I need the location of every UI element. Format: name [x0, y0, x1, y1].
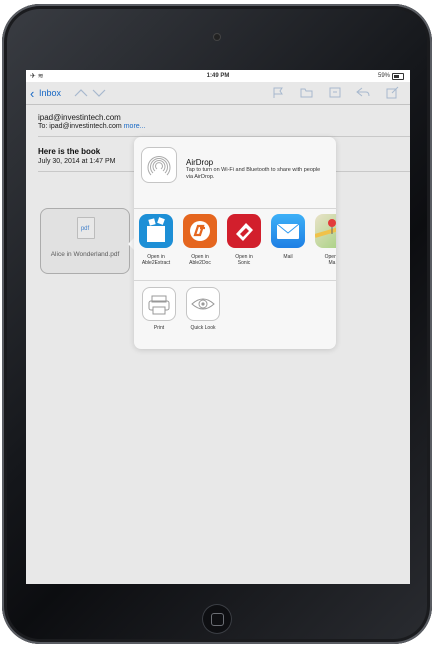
open-in-able2extract-button[interactable]: Open in Able2Extract — [134, 214, 178, 280]
mail-icon — [271, 214, 305, 248]
quick-look-button[interactable]: Quick Look — [181, 287, 225, 343]
screen: ✈ ≋ 1:49 PM 59% ‹ Inbox ipad@investintec… — [26, 70, 410, 584]
status-time: 1:49 PM — [206, 73, 230, 79]
print-button[interactable]: Print — [137, 287, 181, 343]
able2extract-icon — [139, 214, 173, 248]
home-square-icon — [211, 613, 224, 626]
camera-icon — [214, 34, 220, 40]
battery-icon — [392, 73, 404, 80]
airdrop-description: Tap to turn on Wi-Fi and Bluetooth to sh… — [186, 167, 321, 180]
maps-icon — [315, 214, 336, 248]
sonic-icon — [227, 214, 261, 248]
airdrop-icon[interactable] — [141, 147, 177, 183]
airdrop-title: AirDrop — [186, 158, 214, 167]
share-sheet: AirDrop Tap to turn on Wi-Fi and Bluetoo… — [134, 137, 336, 349]
app-label: Open in Sonic — [235, 254, 253, 266]
app-label: Open i Ma — [324, 254, 336, 266]
battery-percent: 59% — [377, 73, 390, 79]
open-in-sonic-button[interactable]: Open in Sonic — [222, 214, 266, 280]
app-label: Open in Able2Extract — [141, 254, 171, 266]
divider — [134, 280, 336, 281]
able2doc-icon — [183, 214, 217, 248]
action-label: Print — [153, 325, 165, 331]
open-in-able2doc-button[interactable]: Open in Able2Doc — [178, 214, 222, 280]
printer-icon — [142, 287, 176, 321]
divider — [134, 208, 336, 209]
app-label: Open in Able2Doc — [189, 254, 211, 266]
mail-share-button[interactable]: Mail — [266, 214, 310, 280]
status-bar: ✈ ≋ 1:49 PM 59% — [26, 70, 410, 82]
app-label: Mail — [283, 254, 293, 260]
action-label: Quick Look — [190, 325, 216, 331]
open-in-maps-button[interactable]: Open i Ma — [310, 214, 336, 280]
eye-icon — [186, 287, 220, 321]
airdrop-section[interactable]: AirDrop Tap to turn on Wi-Fi and Bluetoo… — [134, 137, 336, 208]
